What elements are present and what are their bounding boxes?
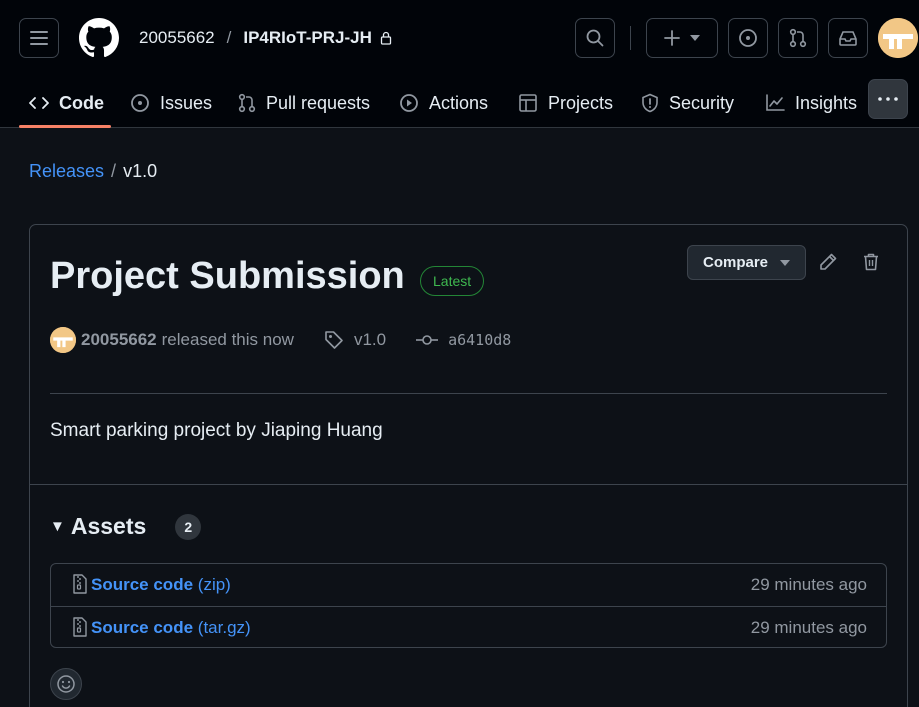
triangle-down-icon — [780, 259, 791, 266]
tab-issues-label: Issues — [160, 92, 213, 113]
trash-icon[interactable] — [862, 252, 880, 272]
hamburger-icon — [30, 31, 48, 45]
add-reaction-button[interactable] — [50, 668, 82, 700]
asset-time: 29 minutes ago — [750, 617, 867, 637]
divider — [30, 484, 907, 485]
tab-security-label: Security — [669, 92, 735, 113]
graph-icon — [766, 94, 785, 111]
released-text: released this now — [161, 330, 294, 349]
more-nav-button[interactable] — [868, 79, 908, 119]
release-commit[interactable]: a6410d8 — [416, 331, 511, 349]
divider — [50, 393, 887, 394]
user-avatar[interactable] — [878, 18, 918, 58]
repo-path: 20055662 / IP4RIoT-PRJ-JH — [139, 28, 392, 48]
asset-link-targz[interactable]: Source code (tar.gz) — [91, 618, 251, 638]
asset-type: (zip) — [197, 575, 231, 594]
table-icon — [519, 94, 537, 112]
menu-button[interactable] — [19, 18, 59, 58]
tab-pull-requests[interactable]: Pull requests — [238, 78, 370, 128]
smiley-icon — [57, 675, 75, 693]
breadcrumb-separator: / — [111, 161, 117, 181]
asset-row: Source code (zip) 29 minutes ago — [51, 564, 886, 606]
breadcrumb-releases-link[interactable]: Releases — [29, 161, 104, 182]
tab-insights-label: Insights — [795, 92, 858, 113]
git-pull-request-icon — [238, 93, 256, 113]
plus-icon — [664, 30, 680, 46]
asset-time: 29 minutes ago — [750, 575, 867, 594]
tab-actions-label: Actions — [429, 92, 489, 113]
issue-opened-icon — [739, 29, 757, 47]
triangle-down-icon: ▼ — [50, 518, 65, 535]
asset-name: Source code — [91, 617, 194, 637]
tab-actions[interactable]: Actions — [399, 78, 488, 128]
search-button[interactable] — [575, 18, 615, 58]
your-pull-requests-button[interactable] — [778, 18, 818, 58]
tab-issues[interactable]: Issues — [130, 78, 212, 128]
create-new-button[interactable] — [646, 18, 718, 58]
search-icon — [586, 29, 604, 47]
repo-nav: Code Issues Pull requests Actions Projec… — [0, 78, 919, 128]
tab-code-label: Code — [59, 92, 104, 113]
repo-owner-link[interactable]: 20055662 — [139, 28, 215, 48]
asset-link-zip[interactable]: Source code (zip) — [91, 575, 231, 595]
asset-row: Source code (tar.gz) 29 minutes ago — [51, 606, 886, 648]
release-commit-label: a6410d8 — [448, 331, 512, 349]
tab-projects[interactable]: Projects — [518, 78, 613, 128]
header-divider — [630, 26, 631, 50]
tab-projects-label: Projects — [548, 92, 614, 113]
inbox-icon — [839, 31, 857, 46]
asset-name: Source code — [91, 575, 194, 594]
file-zip-icon — [73, 617, 87, 637]
assets-toggle[interactable]: ▼ Assets 2 — [50, 513, 202, 540]
tab-insights[interactable]: Insights — [765, 78, 857, 128]
your-issues-button[interactable] — [728, 18, 768, 58]
tab-pull-requests-label: Pull requests — [266, 92, 371, 113]
avatar-image-icon — [50, 327, 76, 353]
compare-button[interactable]: Compare — [687, 245, 806, 280]
breadcrumb: Releases / v1.0 — [29, 161, 157, 182]
inbox-button[interactable] — [828, 18, 868, 58]
shield-icon — [642, 93, 658, 113]
git-pull-request-icon — [789, 28, 807, 48]
tab-code[interactable]: Code — [29, 78, 104, 128]
assets-title: Assets — [70, 513, 147, 539]
latest-badge: Latest — [420, 266, 485, 296]
release-tag[interactable]: v1.0 — [324, 330, 386, 350]
play-icon — [400, 94, 418, 112]
breadcrumb-current: v1.0 — [123, 161, 158, 181]
release-meta: 20055662 released this now v1.0 a6410d8 — [50, 327, 511, 353]
app-header: 20055662 / IP4RIoT-PRJ-JH Code Issues Pu… — [0, 0, 919, 128]
author-link[interactable]: 20055662 — [81, 330, 157, 350]
tab-security[interactable]: Security — [641, 78, 734, 128]
author-avatar[interactable] — [50, 327, 76, 353]
code-icon — [29, 97, 49, 109]
avatar-image-icon — [878, 18, 918, 58]
git-commit-icon — [416, 335, 439, 345]
tag-icon — [325, 331, 343, 349]
kebab-horizontal-icon — [878, 97, 898, 101]
compare-button-label: Compare — [702, 254, 769, 271]
triangle-down-icon — [690, 35, 700, 41]
repo-name-link[interactable]: IP4RIoT-PRJ-JH — [243, 28, 371, 48]
pencil-icon[interactable] — [818, 252, 838, 272]
lock-icon — [380, 31, 392, 45]
assets-list: Source code (zip) 29 minutes ago Source … — [50, 563, 887, 648]
release-tag-label: v1.0 — [353, 330, 387, 349]
release-card: Project Submission Latest Compare 200556… — [29, 224, 908, 707]
active-tab-indicator — [19, 125, 111, 128]
file-zip-icon — [73, 574, 87, 594]
assets-count-badge: 2 — [175, 513, 202, 540]
github-logo-icon[interactable] — [79, 18, 119, 58]
issue-opened-icon — [131, 94, 149, 112]
release-description: Smart parking project by Jiaping Huang — [50, 420, 383, 441]
asset-type: (tar.gz) — [197, 617, 251, 637]
repo-separator: / — [226, 28, 232, 47]
release-title: Project Submission — [50, 255, 405, 297]
